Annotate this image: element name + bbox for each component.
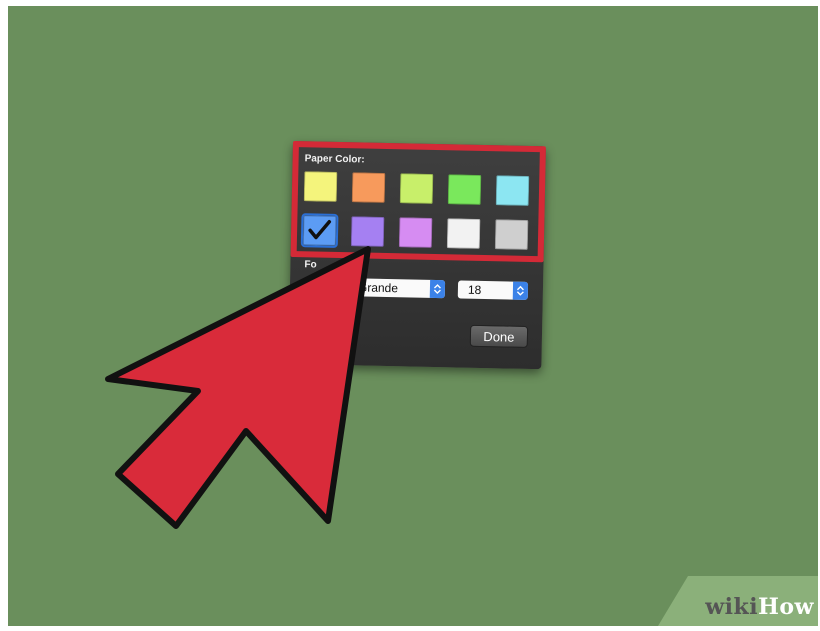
desktop-background: Paper Color: Fo Grande 18 Done wikiHow bbox=[8, 6, 818, 626]
wikihow-watermark: wikiHow bbox=[658, 576, 818, 626]
watermark-how-text: How bbox=[758, 594, 814, 620]
watermark-wiki-text: wiki bbox=[705, 594, 759, 620]
pointer-arrow-icon bbox=[105, 246, 371, 529]
